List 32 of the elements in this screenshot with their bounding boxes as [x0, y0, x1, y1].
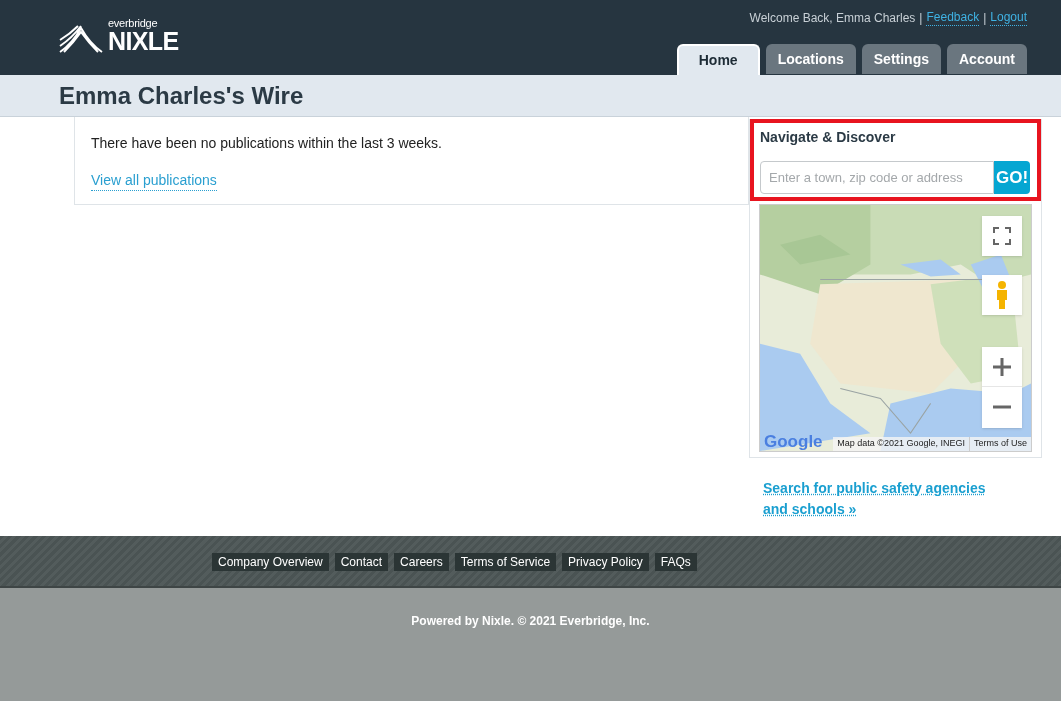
footer-link[interactable]: FAQs: [654, 553, 697, 571]
header-link[interactable]: Feedback: [926, 10, 980, 26]
minus-icon: [993, 405, 1011, 409]
footer-link[interactable]: Privacy Policy: [562, 553, 649, 571]
logo-text: NIXLE: [108, 29, 179, 54]
logo-subtext: everbridge: [108, 18, 159, 29]
fullscreen-button[interactable]: [982, 216, 1022, 256]
nav-tab[interactable]: Locations: [765, 44, 856, 74]
separator: |: [919, 10, 923, 27]
nav-tab[interactable]: Account: [947, 44, 1027, 74]
footer-link[interactable]: Terms of Service: [454, 553, 557, 571]
plus-icon: [993, 357, 1011, 376]
wave-logo-icon: [58, 24, 104, 54]
map-attribution: Map data ©2021 Google, INEGI: [837, 437, 965, 451]
footer-link[interactable]: Company Overview: [212, 553, 329, 571]
nav-tab[interactable]: Home: [676, 44, 760, 75]
nav-tab[interactable]: Settings: [861, 44, 941, 74]
footer-link[interactable]: Careers: [394, 553, 449, 571]
navigate-title: Navigate & Discover: [760, 128, 897, 147]
header-link[interactable]: Logout: [990, 10, 1027, 26]
map-logo: Google: [764, 433, 823, 450]
page-title: Emma Charles's Wire: [59, 80, 304, 111]
person-icon: [995, 280, 1009, 310]
copyright-text: Powered by Nixle. © 2021 Everbridge, Inc.: [411, 613, 650, 630]
footer-link[interactable]: Contact: [334, 553, 389, 571]
welcome-text: Welcome Back, Emma Charles: [749, 10, 916, 27]
no-publications-text: There have been no publications within the last 3 weeks.: [91, 134, 443, 153]
nixle-logo[interactable]: everbridge NIXLE: [58, 16, 179, 54]
separator: |: [983, 10, 987, 27]
terms-of-use-link[interactable]: Terms of Use: [969, 437, 1027, 451]
location-search-field[interactable]: Enter a town, zip code or address: [760, 161, 994, 194]
fullscreen-icon: [993, 227, 1011, 245]
